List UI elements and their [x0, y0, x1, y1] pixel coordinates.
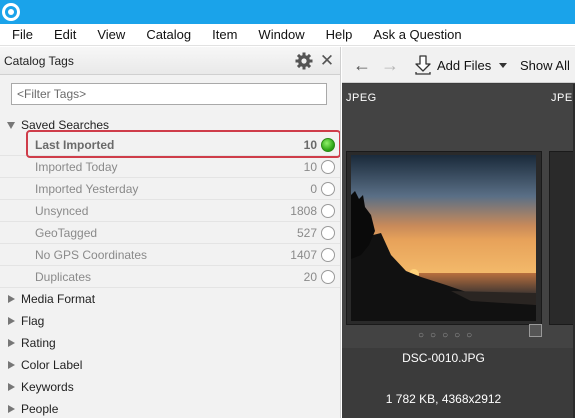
column-label: JPEG [551, 92, 575, 104]
close-icon[interactable]: ✕ [318, 52, 336, 70]
rating-dots[interactable]: ○○○○○ [418, 330, 478, 341]
saved-search-row-duplicates[interactable]: Duplicates 20 [0, 266, 340, 288]
window-title-bar [0, 0, 575, 24]
saved-search-label: Unsynced [35, 204, 89, 218]
highlight-annotation [26, 130, 340, 158]
section-label: Media Format [21, 292, 96, 306]
file-name: DSC-0010.JPG [402, 351, 485, 365]
catalog-tags-panel: Catalog Tags ✕ Saved Searches Last Impor… [0, 47, 341, 418]
saved-search-label: Imported Today [35, 160, 118, 174]
saved-search-row-imported-today[interactable]: Imported Today 10 [0, 156, 340, 178]
menu-help[interactable]: Help [326, 27, 353, 42]
saved-search-label: Imported Yesterday [35, 182, 139, 196]
add-files-label: Add Files [437, 57, 492, 73]
panel-title: Catalog Tags [4, 54, 74, 68]
saved-search-row-imported-yesterday[interactable]: Imported Yesterday 0 [0, 178, 340, 200]
chevron-right-icon[interactable] [8, 383, 15, 391]
forward-arrow-icon[interactable]: → [380, 55, 400, 75]
section-label: Keywords [21, 380, 74, 394]
saved-search-count: 527 [296, 226, 317, 240]
saved-search-count: 1808 [290, 204, 317, 218]
chevron-right-icon[interactable] [8, 339, 15, 347]
filter-tags-input[interactable] [11, 83, 327, 105]
thumbnail-cell-next[interactable] [549, 151, 575, 325]
section-media-format[interactable]: Media Format [0, 288, 340, 310]
browser-toolbar: ← → Add Files Show All [342, 47, 575, 83]
app-logo-icon [2, 3, 20, 21]
section-people[interactable]: People [0, 398, 340, 418]
saved-search-row-no-gps[interactable]: No GPS Coordinates 1407 [0, 244, 340, 266]
section-label: Rating [21, 336, 56, 350]
saved-search-row-unsynced[interactable]: Unsynced 1808 [0, 200, 340, 222]
chevron-right-icon[interactable] [8, 317, 15, 325]
section-label: People [21, 402, 59, 416]
menu-file[interactable]: File [12, 27, 33, 42]
search-radio[interactable] [321, 160, 335, 174]
show-all-button[interactable]: Show All [520, 58, 570, 73]
file-info: 1 782 KB, 4368x2912 [385, 392, 502, 406]
menu-edit[interactable]: Edit [54, 27, 76, 42]
search-radio[interactable] [321, 226, 335, 240]
section-label: Color Label [21, 358, 83, 372]
chevron-right-icon[interactable] [8, 295, 15, 303]
column-label: JPEG [346, 92, 377, 104]
saved-search-row-geotagged[interactable]: GeoTagged 527 [0, 222, 340, 244]
search-radio[interactable] [321, 182, 335, 196]
search-radio[interactable] [321, 248, 335, 262]
saved-search-count: 20 [303, 270, 317, 284]
back-arrow-icon[interactable]: ← [352, 55, 372, 75]
browser-panel: ← → Add Files Show All JPEG JPEG [342, 47, 575, 418]
section-color-label[interactable]: Color Label [0, 354, 340, 376]
saved-search-label: No GPS Coordinates [35, 248, 148, 262]
chevron-down-icon[interactable] [7, 122, 15, 129]
saved-search-label: Duplicates [35, 270, 92, 284]
section-rating[interactable]: Rating [0, 332, 340, 354]
photo-thumbnail[interactable] [351, 155, 536, 321]
menu-view[interactable]: View [97, 27, 125, 42]
panel-header: Catalog Tags ✕ [0, 47, 340, 75]
section-keywords[interactable]: Keywords [0, 376, 340, 398]
menu-bar: File Edit View Catalog Item Window Help … [0, 24, 575, 46]
menu-item[interactable]: Item [212, 27, 237, 42]
select-checkbox[interactable] [529, 324, 542, 337]
menu-catalog[interactable]: Catalog [146, 27, 191, 42]
gear-icon[interactable] [294, 51, 314, 71]
sunset-photo-image [351, 155, 536, 321]
saved-search-count: 10 [303, 160, 317, 174]
add-files-button[interactable]: Add Files [414, 54, 508, 76]
search-radio[interactable] [321, 204, 335, 218]
section-label: Flag [21, 314, 45, 328]
section-flag[interactable]: Flag [0, 310, 340, 332]
saved-search-label: GeoTagged [35, 226, 98, 240]
chevron-right-icon[interactable] [8, 361, 15, 369]
dropdown-caret-icon[interactable] [499, 62, 508, 68]
saved-search-count: 0 [310, 182, 317, 196]
menu-window[interactable]: Window [258, 27, 304, 42]
saved-search-count: 1407 [290, 248, 317, 262]
search-radio[interactable] [321, 270, 335, 284]
add-files-icon [415, 55, 431, 75]
menu-ask-a-question[interactable]: Ask a Question [373, 27, 461, 42]
chevron-right-icon[interactable] [8, 405, 15, 413]
